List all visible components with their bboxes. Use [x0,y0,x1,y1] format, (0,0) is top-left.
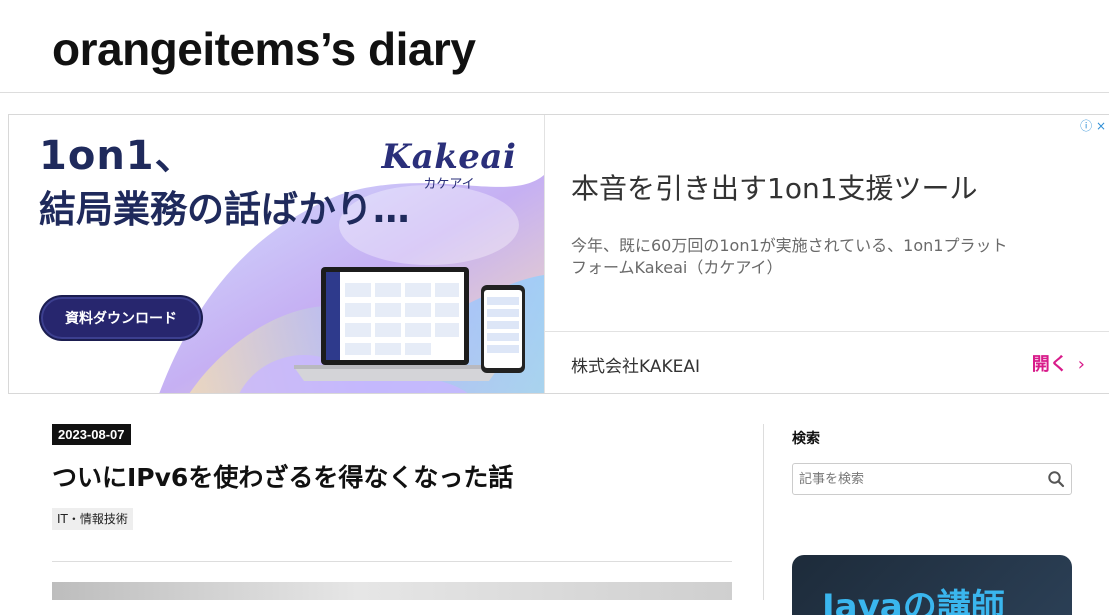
sidebar-divider [763,424,764,600]
promo-text: Javaの講師 [822,587,1005,615]
search-form [792,463,1072,495]
sidebar-promo-banner[interactable]: Javaの講師 [792,555,1072,615]
article-title[interactable]: ついにIPv6を使わざるを得なくなった話 [52,458,513,494]
search-heading: 検索 [792,431,820,447]
ad-info-controls[interactable]: ⓘ × [1080,117,1106,134]
ad-image-headline-line2: 結局業務の話ばかり… [39,188,410,231]
search-icon[interactable] [1047,470,1065,488]
ad-title[interactable]: 本音を引き出す1on1支援ツール [571,167,978,207]
ad-banner[interactable]: 1on1、 結局業務の話ばかり… Kakeai カケアイ 資料ダウンロード ⓘ … [8,114,1109,394]
ad-image[interactable]: 1on1、 結局業務の話ばかり… Kakeai カケアイ 資料ダウンロード [9,115,544,393]
ad-company: 株式会社KAKEAI [571,357,701,377]
search-input[interactable] [793,464,1043,494]
ad-open-button[interactable]: 開く › [1032,350,1085,376]
chevron-right-icon: › [1077,354,1085,375]
ad-image-headline: 1on1、 結局業務の話ばかり… [39,133,410,232]
article-date[interactable]: 2023-08-07 [52,424,131,445]
ad-download-button[interactable]: 資料ダウンロード [41,297,201,339]
site-title[interactable]: orangeitems’s diary [52,22,476,76]
site-header: orangeitems’s diary [0,0,1109,93]
ad-brand-name: Kakeai [381,137,517,177]
ad-open-label: 開く [1031,354,1068,375]
ad-close-icon[interactable]: × [1096,119,1106,133]
ad-image-headline-line1: 1on1、 [39,133,196,179]
article-image [52,582,732,600]
ad-footer: 株式会社KAKEAI 開く › [545,331,1109,393]
article-divider [52,561,732,562]
ad-description: 今年、既に60万回の1on1が実施されている、1on1プラットフォームKakea… [571,236,1008,277]
ad-info-icon[interactable]: ⓘ [1080,119,1092,133]
article-category[interactable]: IT・情報技術 [52,508,133,530]
ad-text-panel[interactable]: ⓘ × 本音を引き出す1on1支援ツール 今年、既に60万回の1on1が実施され… [544,115,1109,393]
ad-brand-logo: Kakeai カケアイ [379,137,519,192]
